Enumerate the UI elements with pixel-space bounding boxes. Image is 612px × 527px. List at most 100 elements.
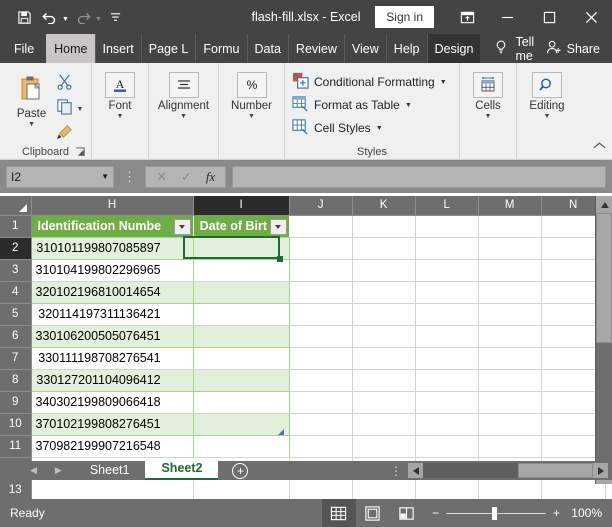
alignment-button[interactable]: Alignment ▼ [153,68,215,160]
paste-dropdown-icon[interactable]: ▼ [28,121,35,128]
cell-j7[interactable] [289,347,353,370]
insert-function-icon[interactable]: fx [206,169,215,185]
cell-m7[interactable] [478,347,542,370]
cell-styles-button[interactable]: Cell Styles ▼ [292,117,459,139]
filter-dropdown-icon-i[interactable] [269,218,287,235]
undo-icon[interactable] [38,5,62,29]
minimize-button[interactable] [486,0,528,34]
clipboard-dialog-launcher-icon[interactable] [75,145,87,157]
conditional-formatting-button[interactable]: Conditional Formatting ▼ [292,71,459,93]
cell-l11[interactable] [415,435,479,458]
sign-in-button[interactable]: Sign in [375,6,434,28]
cell-h11[interactable]: 370982199907216548 [31,435,194,458]
zoom-slider[interactable] [445,506,546,520]
cell-l3[interactable] [415,259,479,282]
cell-h2[interactable]: 310101199807085897 [31,237,194,260]
conditional-formatting-dropdown-icon[interactable]: ▼ [440,79,447,86]
cell-k7[interactable] [352,347,416,370]
collapse-ribbon-icon[interactable] [593,137,606,155]
format-as-table-button[interactable]: Format as Table ▼ [292,94,459,116]
row-header-10[interactable]: 10 [0,413,32,436]
cell-h13[interactable] [31,479,194,502]
close-button[interactable] [570,0,612,34]
editing-dropdown-icon[interactable]: ▼ [544,113,551,120]
alignment-dropdown-icon[interactable]: ▼ [180,113,187,120]
cell-m2[interactable] [478,237,542,260]
sheet-tab-resize-handle[interactable]: ⋮ [390,464,402,478]
editing-button[interactable]: Editing ▼ [520,68,574,160]
page-break-preview-icon[interactable] [390,499,424,527]
cut-button[interactable] [56,73,84,95]
cell-i6[interactable] [193,325,290,348]
tab-page-layout[interactable]: Page L [140,34,196,63]
font-button[interactable]: A Font ▼ [93,68,147,160]
column-header-m[interactable]: M [478,196,542,216]
tab-file[interactable]: File [0,34,46,63]
row-header-9[interactable]: 9 [0,391,32,414]
cell-h7[interactable]: 330111198708276541 [31,347,194,370]
horizontal-scroll-thumb[interactable] [518,463,593,478]
font-dropdown-icon[interactable]: ▼ [117,113,124,120]
cell-m1[interactable] [478,215,542,238]
filter-dropdown-icon-h[interactable] [173,218,191,235]
save-icon[interactable] [12,5,36,29]
cell-i13[interactable] [193,479,290,502]
column-header-l[interactable]: L [415,196,479,216]
cell-j3[interactable] [289,259,353,282]
zoom-out-button[interactable]: − [432,506,439,520]
formula-input[interactable] [232,165,606,188]
tab-help[interactable]: Help [385,34,427,63]
cell-j8[interactable] [289,369,353,392]
column-header-j[interactable]: J [289,196,353,216]
cell-j2[interactable] [289,237,353,260]
cancel-formula-icon[interactable]: ✕ [156,169,167,185]
cell-l4[interactable] [415,281,479,304]
row-header-5[interactable]: 5 [0,303,32,326]
cell-k4[interactable] [352,281,416,304]
cell-k3[interactable] [352,259,416,282]
tab-formulas[interactable]: Formu [195,34,246,63]
cell-k13[interactable] [352,479,416,502]
cells-button[interactable]: Cells ▼ [461,68,515,160]
select-all-corner[interactable] [0,196,32,216]
cell-h5[interactable]: 320114197311136421 [31,303,194,326]
cell-l10[interactable] [415,413,479,436]
cell-k1[interactable] [352,215,416,238]
column-header-k[interactable]: K [352,196,416,216]
cell-i7[interactable] [193,347,290,370]
cell-j4[interactable] [289,281,353,304]
table-resize-handle[interactable] [278,429,284,435]
cell-l7[interactable] [415,347,479,370]
scroll-left-button[interactable] [408,463,423,478]
zoom-in-button[interactable]: + [553,506,560,520]
copy-dropdown-icon[interactable]: ▼ [77,106,84,113]
cell-h3[interactable]: 310104199802296965 [31,259,194,282]
cell-i9[interactable] [193,391,290,414]
row-header-4[interactable]: 4 [0,281,32,304]
vertical-scroll-thumb[interactable] [596,213,612,343]
tab-home[interactable]: Home [46,34,95,63]
column-header-h[interactable]: H [31,196,194,216]
previous-sheet-icon[interactable]: ◀ [30,465,37,476]
redo-icon[interactable] [71,5,95,29]
cell-l8[interactable] [415,369,479,392]
cell-m10[interactable] [478,413,542,436]
vertical-scrollbar[interactable] [595,196,612,484]
cell-m3[interactable] [478,259,542,282]
cell-i5[interactable] [193,303,290,326]
format-as-table-dropdown-icon[interactable]: ▼ [405,102,412,109]
cell-l13[interactable] [415,479,479,502]
number-button[interactable]: % Number ▼ [223,68,281,160]
cell-m8[interactable] [478,369,542,392]
cell-l2[interactable] [415,237,479,260]
cell-i4[interactable] [193,281,290,304]
cell-k6[interactable] [352,325,416,348]
cell-l5[interactable] [415,303,479,326]
row-header-6[interactable]: 6 [0,325,32,348]
cell-h8[interactable]: 330127201104096412 [31,369,194,392]
sheet-tab-sheet2[interactable]: Sheet2 [145,459,219,480]
cell-styles-dropdown-icon[interactable]: ▼ [376,125,383,132]
customize-quick-access-icon[interactable] [104,5,128,29]
cell-m6[interactable] [478,325,542,348]
column-header-i[interactable]: I [193,196,290,216]
